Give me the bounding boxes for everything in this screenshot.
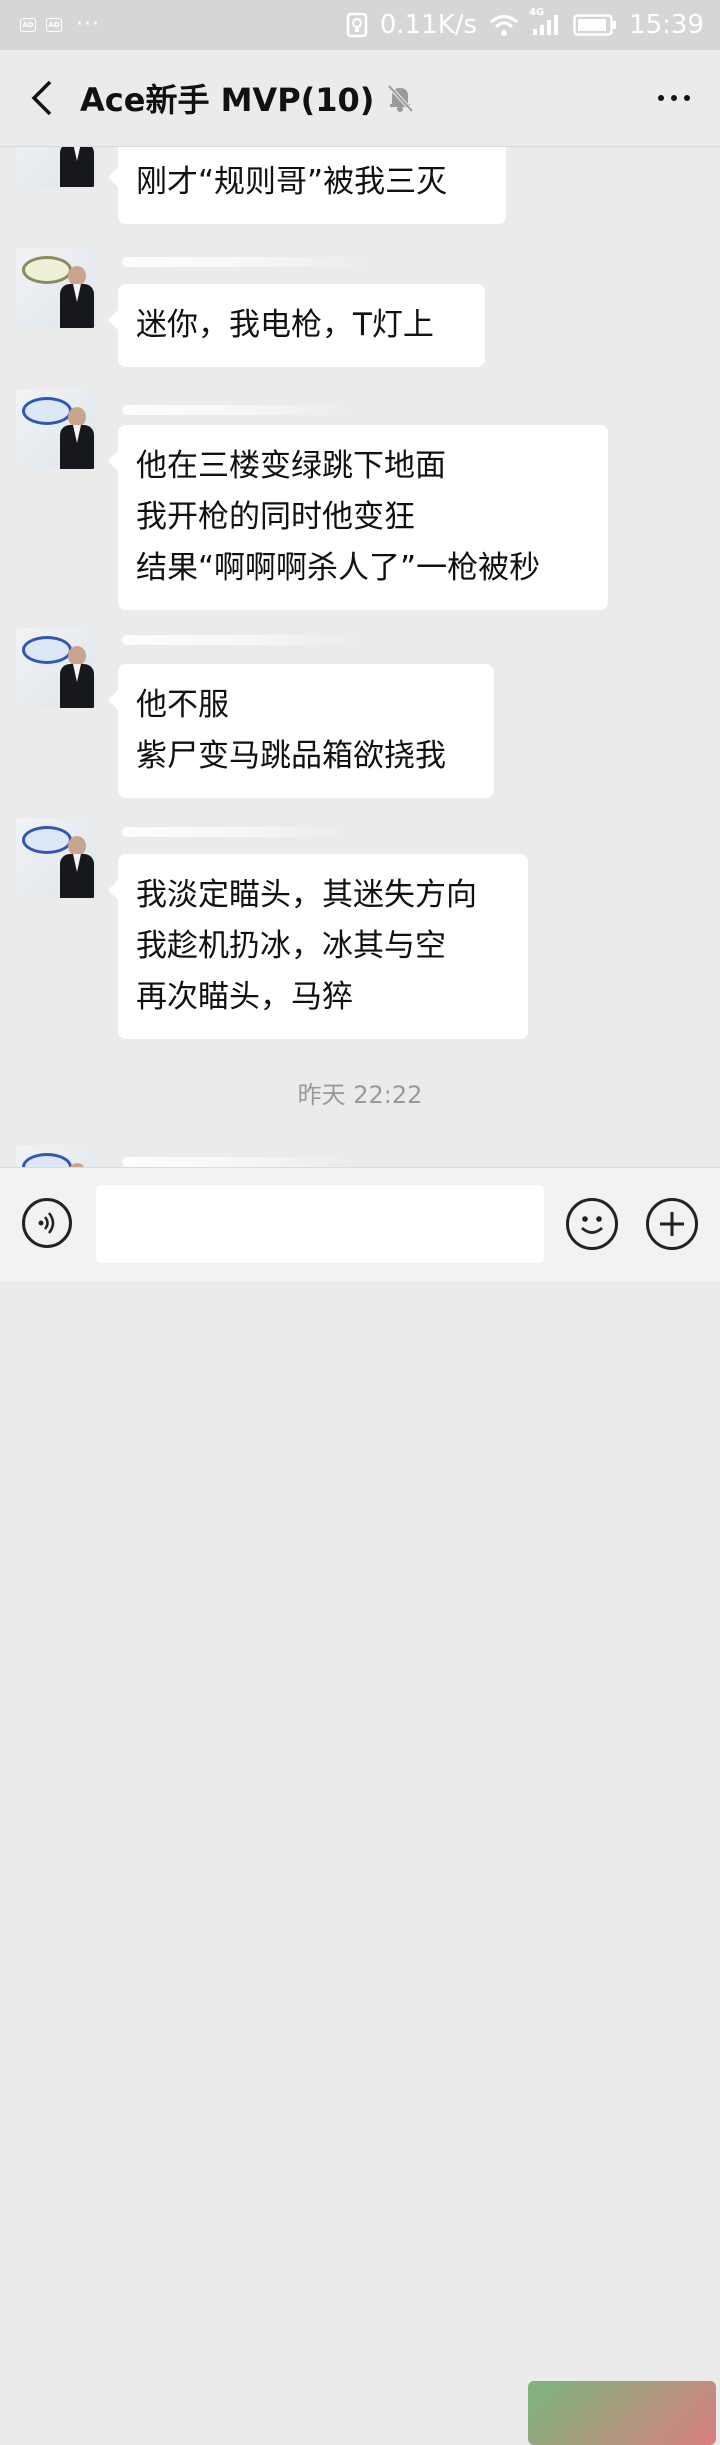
message-text: 结果“啊啊啊杀人了”一枪被秒 xyxy=(136,550,541,586)
chat-title: Ace新手 MVP(10) xyxy=(80,81,375,119)
message-bubble[interactable]: 我淡定瞄头，其迷失方向 我趁机扔冰，冰其与空 再次瞄头，马猝 xyxy=(108,854,528,1039)
network-type: 4G xyxy=(529,7,545,18)
data-saver-icon xyxy=(346,12,368,38)
message-text: 我趁机扔冰，冰其与空 xyxy=(136,928,446,964)
message-text: 我淡定瞄头，其迷失方向 xyxy=(136,877,477,913)
signal-icon: 4G xyxy=(529,7,561,37)
back-button[interactable] xyxy=(22,78,62,118)
emoji-icon xyxy=(581,1216,603,1234)
sender-name-redacted xyxy=(122,405,352,415)
network-speed: 0.11K/s xyxy=(379,10,478,40)
plus-circle-icon xyxy=(660,1212,684,1236)
ad-icon: AD xyxy=(20,18,36,32)
message-text: 再次瞄头，马猝 xyxy=(136,979,353,1015)
sender-name-redacted xyxy=(122,635,362,645)
watermark-logo xyxy=(528,2381,716,2445)
sender-name-redacted xyxy=(122,257,372,267)
message-text: 紫尸变马跳品箱欲挠我 xyxy=(136,738,446,774)
wifi-icon xyxy=(489,13,519,37)
more-button[interactable] xyxy=(658,78,690,118)
chat-header: Ace新手 MVP(10) xyxy=(0,50,720,147)
input-bar xyxy=(0,1167,720,2445)
message-text: 我开枪的同时他变狂 xyxy=(136,499,415,535)
ad-icon: AD xyxy=(46,18,62,32)
more-horizontal-icon xyxy=(658,95,664,101)
message-bubble[interactable]: 他不服 紫尸变马跳品箱欲挠我 xyxy=(108,664,494,798)
status-bar: AD AD ··· 0.11K/s 4G 15:39 xyxy=(0,0,720,50)
clock: 15:39 xyxy=(629,10,704,40)
voice-button[interactable] xyxy=(22,1198,72,1248)
emoji-button[interactable] xyxy=(566,1198,618,1250)
chevron-left-icon xyxy=(31,80,52,116)
battery-icon xyxy=(573,14,617,36)
avatar[interactable] xyxy=(16,628,96,708)
avatar[interactable] xyxy=(16,389,96,469)
avatar[interactable] xyxy=(16,818,96,898)
message-timestamp: 昨天 22:22 xyxy=(297,1081,423,1109)
message-bubble[interactable]: 迷你，我电枪，T灯上 xyxy=(108,284,485,367)
avatar[interactable] xyxy=(16,248,96,328)
sender-name-redacted xyxy=(122,1157,352,1167)
message-bubble[interactable]: 他在三楼变绿跳下地面 我开枪的同时他变狂 结果“啊啊啊杀人了”一枪被秒 xyxy=(108,425,608,610)
sender-name-redacted xyxy=(122,827,352,837)
bell-muted-icon xyxy=(386,83,414,113)
message-bubble[interactable]: 刚才“规则哥”被我三灭 xyxy=(108,147,506,224)
message-text: 他在三楼变绿跳下地面 xyxy=(136,448,446,484)
message-text: 刚才“规则哥”被我三灭 xyxy=(136,164,448,200)
plus-button[interactable] xyxy=(646,1198,698,1250)
voice-icon xyxy=(38,1212,55,1234)
message-input[interactable] xyxy=(96,1185,544,1263)
avatar[interactable] xyxy=(16,147,96,187)
message-text: 迷你，我电枪，T灯上 xyxy=(136,307,434,343)
more-dots-icon: ··· xyxy=(76,12,100,37)
message-list[interactable]: 刚才“规则哥”被我三灭 迷你，我电枪，T灯上 他在三楼变绿跳下地面 我开枪的同时… xyxy=(0,147,720,1167)
message-text: 他不服 xyxy=(136,687,229,723)
avatar[interactable] xyxy=(16,1145,96,1167)
